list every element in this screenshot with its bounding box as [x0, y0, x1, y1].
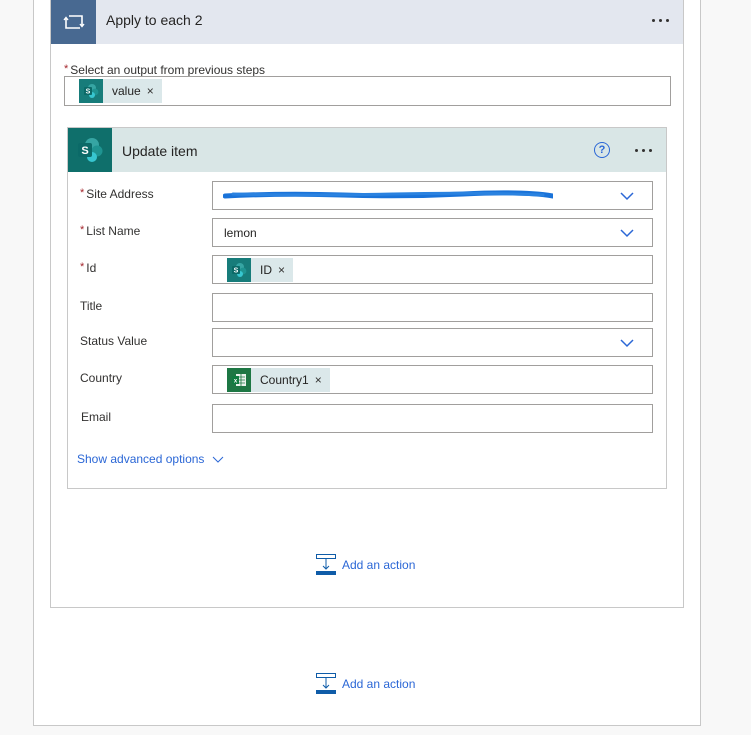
title-label: Title — [80, 299, 103, 313]
apply-to-each-header[interactable]: Apply to each 2 — [51, 0, 683, 44]
loop-icon — [51, 0, 96, 44]
value-token-label: value — [112, 84, 141, 98]
svg-text:S: S — [86, 89, 91, 96]
sharepoint-icon: S — [79, 79, 103, 103]
list-name-label: * List Name — [80, 224, 141, 238]
chevron-down-icon[interactable] — [620, 190, 634, 202]
more-options-icon[interactable] — [635, 149, 652, 152]
email-label: Email — [81, 410, 112, 424]
excel-icon: x — [227, 368, 251, 392]
status-value-dropdown[interactable] — [212, 328, 653, 357]
list-name-dropdown[interactable]: lemon — [212, 218, 653, 247]
id-field[interactable]: S ID × — [212, 255, 653, 284]
add-action-icon — [316, 554, 336, 575]
id-label: * Id — [80, 261, 97, 275]
title-input[interactable] — [212, 293, 653, 322]
chevron-down-icon — [213, 456, 224, 463]
help-icon[interactable]: ? — [594, 142, 610, 158]
select-output-field[interactable]: S value × — [64, 76, 671, 106]
update-item-header[interactable]: S Update item ? — [68, 128, 666, 172]
id-token[interactable]: S ID × — [227, 258, 294, 282]
add-action-label[interactable]: Add an action — [342, 558, 415, 572]
value-token[interactable]: S value × — [79, 79, 162, 103]
apply-to-each-title[interactable]: Apply to each 2 — [106, 12, 203, 28]
country-label: Country — [80, 371, 123, 385]
update-item-card: S Update item ? * Site Address * List Name… — [67, 127, 667, 489]
country-token[interactable]: x Country1 × — [227, 368, 330, 392]
id-token-label: ID — [260, 263, 272, 277]
svg-text:S: S — [234, 268, 239, 275]
add-action-outer-button[interactable]: Add an action — [316, 673, 415, 694]
remove-token-icon[interactable]: × — [315, 373, 322, 387]
add-action-label[interactable]: Add an action — [342, 677, 415, 691]
add-action-inner-button[interactable]: Add an action — [316, 554, 415, 575]
sharepoint-icon: S — [68, 128, 112, 172]
update-item-title[interactable]: Update item — [122, 143, 197, 159]
redacted-site-address — [223, 190, 553, 199]
chevron-down-icon[interactable] — [620, 337, 634, 349]
svg-text:S: S — [81, 145, 88, 157]
select-output-label: * Select an output from previous steps — [64, 63, 266, 77]
remove-token-icon[interactable]: × — [278, 263, 285, 277]
remove-token-icon[interactable]: × — [147, 84, 154, 98]
add-action-icon — [316, 673, 336, 694]
site-address-label: * Site Address — [80, 187, 154, 201]
list-name-value: lemon — [224, 226, 257, 240]
country-token-label: Country1 — [260, 373, 309, 387]
site-address-dropdown[interactable] — [212, 181, 653, 210]
show-advanced-options-link[interactable]: Show advanced options — [77, 452, 224, 466]
more-options-icon[interactable] — [652, 19, 669, 22]
sharepoint-icon: S — [227, 258, 251, 282]
email-input[interactable] — [212, 404, 653, 433]
chevron-down-icon[interactable] — [620, 227, 634, 239]
status-value-label: Status Value — [80, 334, 148, 348]
country-field[interactable]: x Country1 × — [212, 365, 653, 394]
